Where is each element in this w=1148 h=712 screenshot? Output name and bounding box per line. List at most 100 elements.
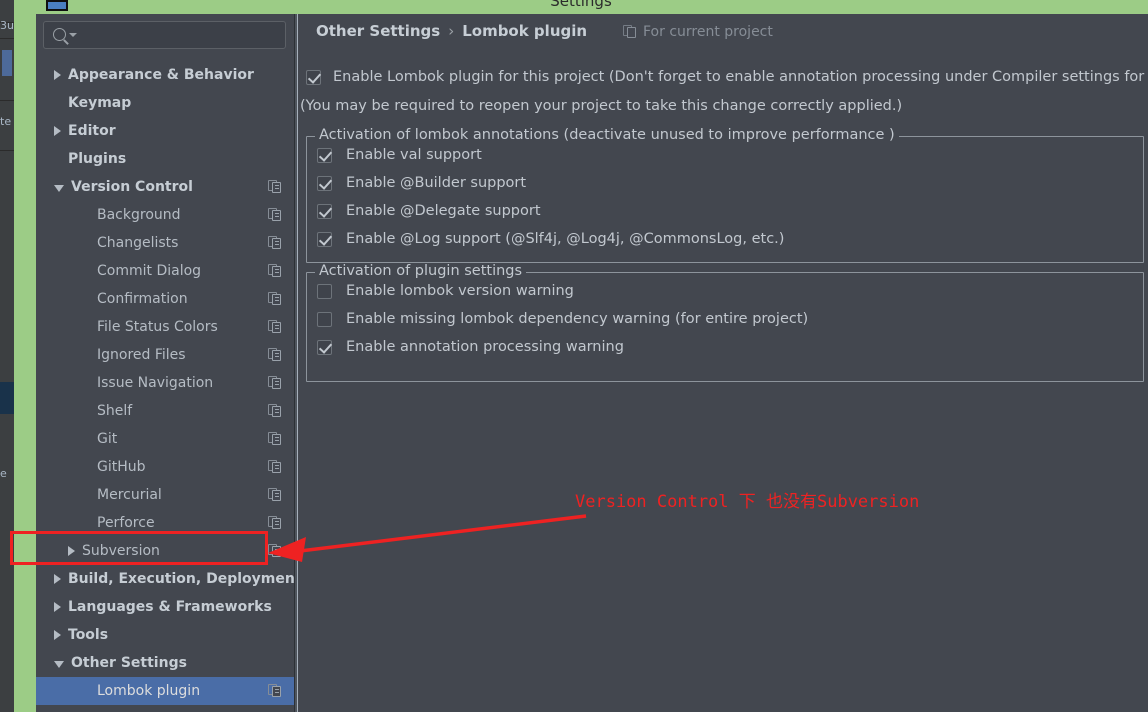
sidebar-item-build-execution-deployment[interactable]: Build, Execution, Deployment — [36, 565, 302, 593]
enable-builder-support-row[interactable]: Enable @Builder support — [317, 175, 526, 191]
sidebar-item-changelists[interactable]: Changelists — [36, 229, 294, 257]
sidebar-item-label: Lombok plugin — [97, 683, 201, 699]
bg-divider — [0, 38, 14, 39]
sidebar-item-background[interactable]: Background — [36, 201, 294, 229]
chevron-right-icon[interactable] — [54, 602, 61, 612]
enable-builder-support-checkbox[interactable] — [317, 175, 332, 191]
project-scope-label: For current project — [643, 24, 773, 40]
enable-lombok-plugin-checkbox[interactable] — [306, 69, 321, 85]
enable-lombok-plugin-row[interactable]: Enable Lombok plugin for this project (D… — [306, 69, 1144, 85]
window-title-bar: Settings — [14, 0, 1148, 14]
bg-divider — [0, 100, 14, 101]
group-plugin-settings: Activation of plugin settings Enable lom… — [306, 263, 1144, 382]
copy-icon — [268, 544, 282, 558]
group-plugin-settings-legend: Activation of plugin settings — [315, 263, 527, 279]
copy-icon — [268, 460, 282, 474]
enable-val-support-checkbox[interactable] — [317, 147, 332, 163]
sidebar-item-label: Ignored Files — [97, 347, 186, 363]
enable-annotation-processing-warning-row[interactable]: Enable annotation processing warning — [317, 339, 624, 355]
enable-val-support-row[interactable]: Enable val support — [317, 147, 482, 163]
project-scope-indicator: For current project — [623, 24, 773, 40]
sidebar-item-issue-navigation[interactable]: Issue Navigation — [36, 369, 294, 397]
copy-icon — [268, 404, 282, 418]
sidebar-item-label: Git — [97, 431, 118, 447]
enable-annotation-processing-warning-checkbox[interactable] — [317, 339, 332, 355]
sidebar-item-label: GitHub — [97, 459, 146, 475]
bg-blue-marker — [2, 50, 12, 76]
sidebar-item-label: Tools — [68, 627, 109, 643]
enable-missing-dependency-warning-row[interactable]: Enable missing lombok dependency warning… — [317, 311, 808, 327]
enable-lombok-version-warning-checkbox[interactable] — [317, 283, 332, 299]
sidebar-item-git[interactable]: Git — [36, 425, 294, 453]
chevron-right-icon[interactable] — [54, 630, 61, 640]
chevron-right-icon[interactable] — [54, 70, 61, 80]
sidebar-item-label: Perforce — [97, 515, 155, 531]
bg-dark-marker — [0, 382, 14, 414]
annotation-highlight-box — [10, 531, 268, 565]
bg-divider — [0, 150, 14, 151]
sidebar-item-languages-frameworks[interactable]: Languages & Frameworks — [36, 593, 294, 621]
sidebar-item-editor[interactable]: Editor — [36, 117, 294, 145]
sidebar-item-lombok-plugin[interactable]: Lombok plugin — [36, 677, 294, 705]
settings-tree: Appearance & Behavior Keymap Editor Plugins… — [36, 61, 302, 705]
sidebar-item-shelf[interactable]: Shelf — [36, 397, 294, 425]
breadcrumb-parent[interactable]: Other Settings — [316, 22, 440, 40]
sidebar-item-tools[interactable]: Tools — [36, 621, 294, 649]
enable-lombok-version-warning-label: Enable lombok version warning — [346, 283, 574, 299]
chevron-right-icon[interactable] — [54, 574, 61, 584]
enable-delegate-support-row[interactable]: Enable @Delegate support — [317, 203, 541, 219]
sidebar-item-label: Appearance & Behavior — [68, 67, 254, 83]
sidebar-item-appearance-behavior[interactable]: Appearance & Behavior — [36, 61, 294, 89]
copy-icon — [268, 348, 282, 362]
sidebar-item-github[interactable]: GitHub — [36, 453, 294, 481]
sidebar-item-label: Keymap — [68, 95, 132, 111]
enable-val-support-label: Enable val support — [346, 147, 482, 163]
sidebar-item-file-status-colors[interactable]: File Status Colors — [36, 313, 294, 341]
chevron-right-icon[interactable] — [54, 126, 61, 136]
sidebar-item-confirmation[interactable]: Confirmation — [36, 285, 294, 313]
sidebar-item-label: Confirmation — [97, 291, 188, 307]
search-box[interactable] — [43, 21, 286, 49]
annotation-text: Version Control 下 也没有Subversion — [575, 492, 920, 512]
sidebar-item-keymap[interactable]: Keymap — [36, 89, 294, 117]
enable-log-support-row[interactable]: Enable @Log support (@Slf4j, @Log4j, @Co… — [317, 231, 784, 247]
sidebar-item-ignored-files[interactable]: Ignored Files — [36, 341, 294, 369]
chevron-down-icon[interactable] — [69, 33, 77, 37]
bg-text-fragment: 3u — [0, 20, 14, 32]
copy-icon — [268, 208, 282, 222]
enable-log-support-checkbox[interactable] — [317, 231, 332, 247]
enable-missing-dependency-warning-checkbox[interactable] — [317, 311, 332, 327]
chevron-down-icon[interactable] — [54, 661, 64, 668]
sidebar-item-label: Other Settings — [71, 655, 187, 671]
copy-icon — [268, 292, 282, 306]
enable-lombok-version-warning-row[interactable]: Enable lombok version warning — [317, 283, 574, 299]
sidebar-item-label: Plugins — [68, 151, 127, 167]
sidebar-item-version-control[interactable]: Version Control — [36, 173, 294, 201]
settings-dialog: Appearance & Behavior Keymap Editor Plugins… — [36, 14, 1148, 712]
sidebar-item-label: Changelists — [97, 235, 179, 251]
copy-icon — [268, 180, 282, 194]
search-input[interactable] — [77, 26, 277, 45]
breadcrumb-current: Lombok plugin — [462, 22, 588, 40]
sidebar-item-plugins[interactable]: Plugins — [36, 145, 294, 173]
sidebar-item-commit-dialog[interactable]: Commit Dialog — [36, 257, 294, 285]
sidebar-item-other-settings[interactable]: Other Settings — [36, 649, 294, 677]
copy-icon — [268, 264, 282, 278]
chevron-down-icon[interactable] — [54, 185, 64, 192]
enable-delegate-support-checkbox[interactable] — [317, 203, 332, 219]
enable-missing-dependency-warning-label: Enable missing lombok dependency warning… — [346, 311, 809, 327]
sidebar-item-label: File Status Colors — [97, 319, 218, 335]
sidebar-item-mercurial[interactable]: Mercurial — [36, 481, 294, 509]
copy-icon — [268, 516, 282, 530]
